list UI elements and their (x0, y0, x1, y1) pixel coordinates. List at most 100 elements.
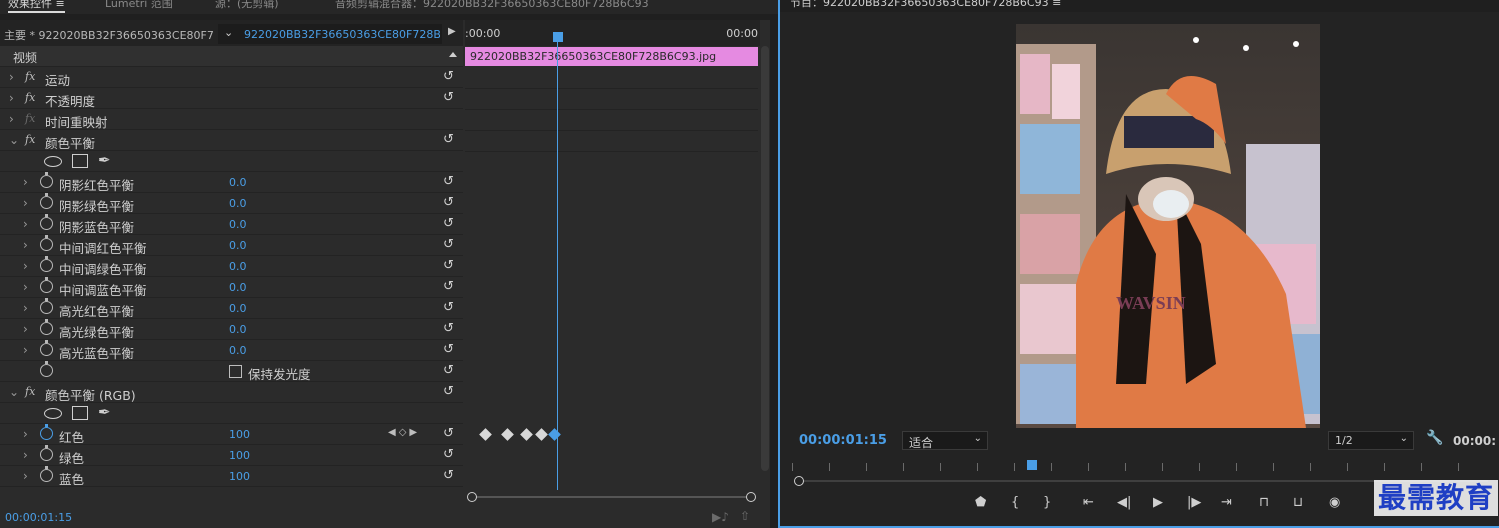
param-value[interactable]: 0.0 (229, 176, 247, 189)
param-row-hi-blue[interactable]: › 高光蓝色平衡 0.0 ↺ (0, 340, 463, 361)
effect-timeline[interactable]: :00:00 00:00 922020BB32F36650363CE80F728… (465, 20, 769, 528)
reset-icon[interactable]: ↺ (443, 216, 454, 231)
reset-icon[interactable]: ↺ (443, 174, 454, 189)
param-row-shadow-green[interactable]: › 阴影绿色平衡 0.0 ↺ (0, 193, 463, 214)
chevron-right-icon[interactable]: › (23, 175, 28, 189)
ellipse-mask-icon[interactable] (44, 156, 62, 167)
reset-icon[interactable]: ↺ (443, 447, 454, 462)
monitor-time-ruler[interactable] (792, 463, 1492, 473)
rectangle-mask-icon[interactable] (72, 154, 88, 168)
param-value[interactable]: 0.0 (229, 302, 247, 315)
reset-icon[interactable]: ↺ (443, 195, 454, 210)
chevron-right-icon[interactable]: › (23, 301, 28, 315)
go-to-in-icon[interactable]: ⇤ (1083, 495, 1094, 510)
param-value[interactable]: 0.0 (229, 344, 247, 357)
param-value[interactable]: 100 (229, 428, 250, 441)
keyframe-nav-icon[interactable]: ◀◇▶ (388, 427, 420, 438)
chevron-right-icon[interactable]: › (23, 238, 28, 252)
mark-in-icon[interactable]: { (1011, 495, 1019, 510)
master-clip-label[interactable]: 主要 * 922020BB32F36650363CE80F7... (4, 27, 214, 43)
stopwatch-icon[interactable] (40, 466, 53, 482)
extract-icon[interactable]: ⊔ (1293, 495, 1303, 510)
param-row-mid-blue[interactable]: › 中间调蓝色平衡 0.0 ↺ (0, 277, 463, 298)
playback-resolution-select[interactable]: 1/2 ⌄ (1328, 431, 1414, 450)
export-frame-icon[interactable]: ◉ (1329, 495, 1340, 510)
reset-icon[interactable]: ↺ (443, 300, 454, 315)
export-icon[interactable]: ⇧ (740, 509, 750, 523)
tab-effect-controls[interactable]: 效果控件 ≡ (8, 0, 65, 13)
stopwatch-icon[interactable] (40, 256, 53, 272)
play-icon[interactable]: ▶ (1153, 495, 1163, 510)
chevron-down-icon[interactable]: ⌄ (9, 133, 19, 147)
chevron-right-icon[interactable]: › (9, 91, 14, 105)
chevron-right-icon[interactable]: › (23, 427, 28, 441)
step-forward-icon[interactable]: |▶ (1187, 495, 1201, 510)
param-value[interactable]: 0.0 (229, 323, 247, 336)
reset-icon[interactable]: ↺ (443, 321, 454, 336)
param-row-hi-green[interactable]: › 高光绿色平衡 0.0 ↺ (0, 319, 463, 340)
fx-icon[interactable]: fx (25, 385, 35, 398)
effect-row-opacity[interactable]: › fx 不透明度 ↺ (0, 88, 463, 109)
audio-solo-icon[interactable]: ▶♪ (712, 510, 729, 524)
collapse-up-icon[interactable] (449, 52, 457, 57)
reset-icon[interactable]: ↺ (443, 342, 454, 357)
effect-row-color-balance[interactable]: ⌄ fx 颜色平衡 ↺ (0, 130, 463, 151)
wrench-icon[interactable]: 🔧 (1426, 430, 1443, 446)
stopwatch-icon[interactable] (40, 361, 53, 377)
param-value[interactable]: 0.0 (229, 239, 247, 252)
vertical-scrollbar[interactable] (761, 46, 769, 471)
zoom-scrollbar[interactable] (465, 490, 760, 504)
program-viewer[interactable]: WAVSIN (780, 12, 1499, 430)
play-triangle-icon[interactable]: ▶ (448, 26, 456, 37)
reset-icon[interactable]: ↺ (443, 279, 454, 294)
chevron-right-icon[interactable]: › (23, 469, 28, 483)
mark-out-icon[interactable]: } (1043, 495, 1051, 510)
effect-row-color-balance-rgb[interactable]: ⌄ fx 颜色平衡 (RGB) ↺ (0, 382, 463, 403)
param-value[interactable]: 0.0 (229, 281, 247, 294)
chevron-right-icon[interactable]: › (23, 217, 28, 231)
playhead-timecode[interactable]: 00:00:01:15 (799, 433, 887, 448)
reset-icon[interactable]: ↺ (443, 384, 454, 399)
param-row-shadow-blue[interactable]: › 阴影蓝色平衡 0.0 ↺ (0, 214, 463, 235)
stopwatch-icon[interactable] (40, 193, 53, 209)
param-row-mid-red[interactable]: › 中间调红色平衡 0.0 ↺ (0, 235, 463, 256)
param-value[interactable]: 100 (229, 470, 250, 483)
param-value[interactable]: 0.0 (229, 197, 247, 210)
fx-icon[interactable]: fx (25, 70, 35, 83)
effect-row-time-remap[interactable]: › fx 时间重映射 (0, 109, 463, 130)
stopwatch-icon[interactable] (40, 298, 53, 314)
program-monitor-title[interactable]: 节目：922020BB32F36650363CE80F728B6C93 ≡ (790, 0, 1061, 10)
step-back-icon[interactable]: ◀| (1117, 495, 1131, 510)
reset-icon[interactable]: ↺ (443, 363, 454, 378)
keyframe-diamond[interactable] (479, 428, 492, 441)
tab-source[interactable]: 源：(无剪辑) (215, 0, 279, 11)
stopwatch-icon[interactable] (40, 235, 53, 251)
reset-icon[interactable]: ↺ (443, 468, 454, 483)
param-value[interactable]: 100 (229, 449, 250, 462)
footer-timecode[interactable]: 00:00:01:15 (5, 511, 72, 524)
scrub-handle[interactable] (794, 476, 804, 486)
stopwatch-icon[interactable] (40, 340, 53, 356)
tab-audio-mixer[interactable]: 音频剪辑混合器：922020BB32F36650363CE80F728B6C93 (335, 0, 649, 11)
pen-mask-icon[interactable]: ✒ (98, 151, 111, 169)
effect-row-motion[interactable]: › fx 运动 ↺ (0, 67, 463, 88)
param-row-red[interactable]: › 红色 100 ◀◇▶ ↺ (0, 424, 463, 445)
keyframe-diamond-selected[interactable] (548, 428, 561, 441)
lift-icon[interactable]: ⊓ (1259, 495, 1269, 510)
chevron-right-icon[interactable]: › (23, 259, 28, 273)
stopwatch-icon[interactable] (40, 424, 53, 440)
chevron-down-icon[interactable]: ⌄ (9, 385, 19, 399)
param-value[interactable]: 0.0 (229, 218, 247, 231)
param-row-shadow-red[interactable]: › 阴影红色平衡 0.0 ↺ (0, 172, 463, 193)
reset-icon[interactable]: ↺ (443, 426, 454, 441)
stopwatch-icon[interactable] (40, 214, 53, 230)
rectangle-mask-icon[interactable] (72, 406, 88, 420)
tab-lumetri-scopes[interactable]: Lumetri 范围 (105, 0, 173, 11)
param-row-green[interactable]: › 绿色 100 ↺ (0, 445, 463, 466)
chevron-right-icon[interactable]: › (9, 70, 14, 84)
chevron-right-icon[interactable]: › (9, 112, 14, 126)
chevron-right-icon[interactable]: › (23, 343, 28, 357)
keyframe-diamond[interactable] (535, 428, 548, 441)
fx-icon[interactable]: fx (25, 133, 35, 146)
param-row-blue[interactable]: › 蓝色 100 ↺ (0, 466, 463, 487)
